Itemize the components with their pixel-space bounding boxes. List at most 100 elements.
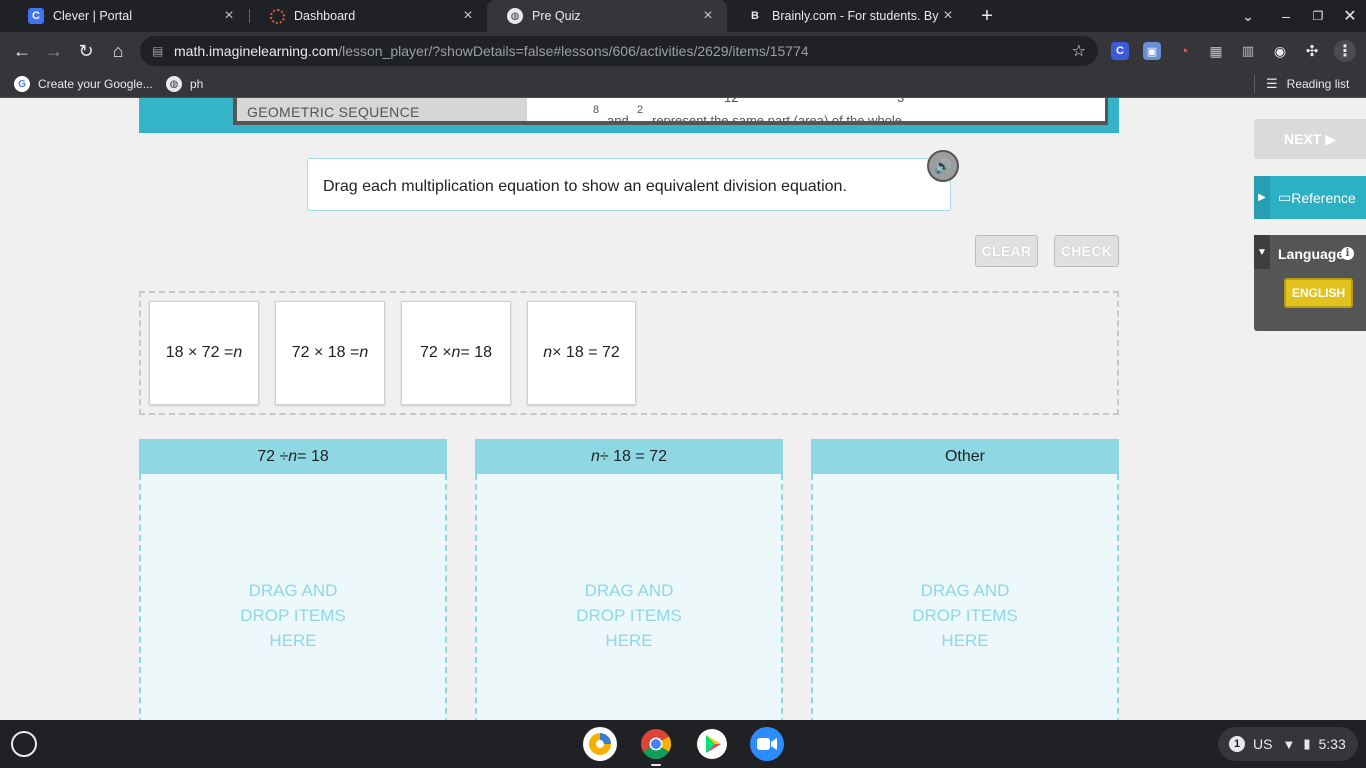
notification-badge[interactable]: 1 [1229,736,1245,752]
bookmark-star-icon[interactable]: ☆ [1072,41,1086,61]
play-store-app-icon[interactable] [695,727,729,761]
play-store-logo-icon [697,729,727,759]
info-icon[interactable]: i [1341,247,1354,260]
bin-header: 72 ÷ n = 18 [139,439,447,474]
clear-button[interactable]: CLEAR [975,235,1038,267]
next-button[interactable]: NEXT ▶ [1254,119,1366,159]
launcher-icon[interactable] [11,731,37,757]
chat-extension-icon[interactable]: ◔ [1175,42,1193,60]
language-english-button[interactable]: ENGLISH [1284,278,1353,308]
bin-header-text: 72 ÷ [257,447,289,465]
instruction-box: Drag each multiplication equation to sho… [307,158,951,211]
bookmark-label: ph [190,77,204,91]
reading-list-icon: ☰ [1266,76,1278,91]
site-info-icon[interactable]: ▤ [152,44,174,58]
check-button[interactable]: CHECK [1054,235,1119,267]
drop-bin-other[interactable]: Other DRAG AND DROP ITEMS HERE [811,439,1119,720]
close-icon[interactable]: × [941,7,955,25]
minimize-icon[interactable]: – [1270,0,1302,32]
tile-text: = 18 [460,344,493,361]
tab-dashboard[interactable]: Dashboard × [250,0,487,32]
drop-bin-72-div-n[interactable]: 72 ÷ n = 18 DRAG AND DROP ITEMS HERE [139,439,447,720]
drop-zone[interactable]: DRAG AND DROP ITEMS HERE [811,474,1119,720]
tab-search-icon[interactable]: ⌄ [1232,0,1264,32]
clever-favicon-icon: C [28,8,44,24]
close-icon[interactable]: × [222,7,236,25]
equation-tile[interactable]: 72 × 18 = n [275,301,385,405]
tab-title: Clever | Portal [53,9,132,23]
tile-variable: n [359,344,369,361]
window-close-icon[interactable]: ✕ [1334,0,1366,32]
bookmark-label: Create your Google... [38,77,153,91]
address-bar[interactable]: ▤ math.imaginelearning.com/lesson_player… [140,36,1098,66]
bookmark-create-google[interactable]: G Create your Google... [14,75,153,93]
photo-extension-icon[interactable]: ▣ [1143,42,1161,60]
brainly-favicon-icon: B [751,10,759,22]
bin-header-text: = 18 [297,447,329,465]
tab-title: Dashboard [294,9,356,23]
tab-title: Pre Quiz [532,9,581,23]
bin-header: Other [811,439,1119,474]
language-title: Language [1278,246,1345,262]
reading-list-label: Reading list [1286,77,1350,91]
drop-bin-n-div-18[interactable]: n ÷ 18 = 72 DRAG AND DROP ITEMS HERE [475,439,783,720]
tile-text: 72 × 18 = [291,344,360,361]
restore-icon[interactable]: ❐ [1302,0,1334,32]
chrome-app-icon[interactable] [639,727,673,761]
nw-extension-icon[interactable]: ▥ [1239,42,1257,60]
lesson-preview: 12 8 and 2 represent the same part (area… [527,98,1105,121]
collapse-triangle-icon[interactable]: ▼ [1254,235,1270,269]
drop-zone[interactable]: DRAG AND DROP ITEMS HERE [139,474,447,720]
reference-label: Reference [1291,189,1356,206]
tile-text: 18 × 72 = [165,344,234,361]
locale-label: US [1253,736,1273,752]
equation-tile[interactable]: 18 × 72 = n [149,301,259,405]
preview-text: 2 [637,104,644,116]
globe-icon: ◍ [507,8,523,24]
tile-variable: n [451,344,461,361]
tile-text: × 18 = 72 [552,344,620,361]
tile-variable: n [233,344,243,361]
reading-list-button[interactable]: ☰ Reading list [1266,75,1349,93]
back-arrow-icon[interactable]: ← [8,37,36,65]
bookmark-ph[interactable]: ◍ ph [166,75,203,93]
new-tab-button[interactable]: + [971,0,1003,32]
clever-extension-icon[interactable]: C [1111,42,1129,60]
close-icon[interactable]: × [701,7,715,25]
speaker-icon[interactable]: 🔊 [927,150,959,182]
forward-arrow-icon[interactable]: → [40,37,68,65]
reload-icon[interactable]: ↻ [72,37,100,65]
bin-header: n ÷ 18 = 72 [475,439,783,474]
tab-clever-portal[interactable]: C Clever | Portal × [8,0,248,32]
browser-tab-strip: C Clever | Portal × Dashboard × ◍ Pre Qu… [0,0,1366,32]
close-icon[interactable]: × [461,7,475,25]
tab-pre-quiz[interactable]: ◍ Pre Quiz × [487,0,727,32]
reference-button[interactable]: ▶ ▭ Reference [1254,176,1366,219]
globe-icon: ◍ [166,76,182,92]
extensions-puzzle-icon[interactable]: ✣ [1303,42,1321,60]
tab-title: Brainly.com - For students. By st [772,9,941,23]
bookmarks-divider [1254,75,1255,93]
browser-menu-icon[interactable]: ⋮ [1334,40,1356,62]
puzzle-extension-icon[interactable]: ▦ [1207,42,1225,60]
tile-text: 72 × [419,344,452,361]
bin-variable: n [288,447,298,465]
chrome-logo-icon [641,729,672,760]
zoom-app-icon[interactable] [750,727,784,761]
equation-tile[interactable]: 72 × n = 18 [401,301,511,405]
drop-hint: DRAG AND DROP ITEMS HERE [240,581,346,650]
book-icon: ▭ [1278,189,1292,205]
sunflower-logo-icon [589,733,611,755]
url-host: math.imaginelearning.com [174,43,339,59]
preview-text: 12 [724,98,738,105]
browser-toolbar: ← → ↻ ⌂ ▤ math.imaginelearning.com/lesso… [0,32,1366,70]
bin-header-text: ÷ 18 = 72 [599,447,667,465]
equation-tile[interactable]: n × 18 = 72 [527,301,636,405]
tab-brainly[interactable]: B Brainly.com - For students. By st × [727,0,967,32]
home-icon[interactable]: ⌂ [104,37,132,65]
status-tray[interactable]: 1 US ▼ ▮ 5:33 [1218,727,1358,761]
bin-variable: n [591,447,600,465]
record-extension-icon[interactable]: ◉ [1271,42,1289,60]
sunflower-app-icon[interactable] [583,727,617,761]
drop-zone[interactable]: DRAG AND DROP ITEMS HERE [475,474,783,720]
